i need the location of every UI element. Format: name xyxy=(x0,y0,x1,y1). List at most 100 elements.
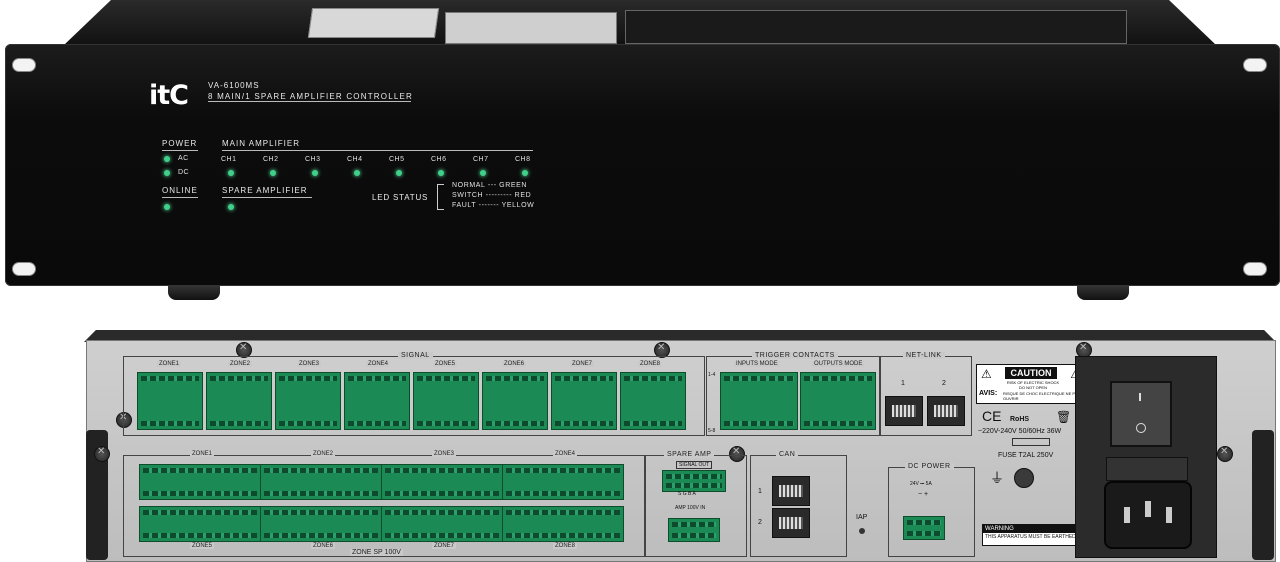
rack-mount-hole xyxy=(12,58,36,72)
signal-zone4-label: ZONE4 xyxy=(366,361,391,367)
spare-amp-title: SPARE AMP xyxy=(664,451,715,458)
ch7-label: CH7 xyxy=(473,156,489,163)
net-link-port2[interactable] xyxy=(927,396,965,426)
can-port1-label: 1 xyxy=(758,488,762,495)
fuse-holder[interactable] xyxy=(1014,468,1034,488)
sp-zone7-label: ZONE7 xyxy=(432,543,457,549)
power-inlet-module xyxy=(1075,356,1217,558)
led-status-bracket xyxy=(437,184,444,210)
rubber-foot xyxy=(1077,286,1129,300)
iap-button[interactable] xyxy=(859,528,865,534)
signal-zone1-terminal[interactable] xyxy=(137,372,203,430)
ch1-led xyxy=(228,170,234,176)
can-port1[interactable] xyxy=(772,476,810,506)
spare-signal-out-terminal[interactable] xyxy=(662,470,726,492)
signal-zone2-terminal[interactable] xyxy=(206,372,272,430)
sp-zone2-terminal[interactable] xyxy=(260,464,382,500)
sgba-labels: S G B A xyxy=(678,491,696,497)
dc-led xyxy=(164,170,170,176)
trigger-row-1-4: 1-4 xyxy=(708,372,716,378)
status-switch: SWITCH --------- RED xyxy=(452,192,532,199)
ch4-label: CH4 xyxy=(347,156,363,163)
sp-zone2-label: ZONE2 xyxy=(311,451,336,457)
spare-amp-in-terminal[interactable] xyxy=(668,518,720,542)
sp-zone8-terminal[interactable] xyxy=(502,506,624,542)
screw xyxy=(1217,446,1233,462)
warning-title: WARNING xyxy=(983,525,1089,533)
dc-label: DC xyxy=(178,169,190,176)
front-unit-top-cover xyxy=(65,0,1215,44)
signal-zone5-terminal[interactable] xyxy=(413,372,479,430)
top-spec-label xyxy=(625,10,1127,44)
sp-zone4-terminal[interactable] xyxy=(502,464,624,500)
ch8-led xyxy=(522,170,528,176)
avis-label: AVIS: xyxy=(979,390,998,397)
sp-zone4-label: ZONE4 xyxy=(553,451,578,457)
zone-sp-label: ZONE SP 100V xyxy=(350,549,403,556)
can-port2-label: 2 xyxy=(758,519,762,526)
lightning-warning-icon: ⚠ xyxy=(981,367,992,381)
sp-zone3-terminal[interactable] xyxy=(381,464,503,500)
can-group xyxy=(750,455,847,557)
power-switch[interactable] xyxy=(1110,381,1172,447)
spare-amplifier-title: SPARE AMPLIFIER xyxy=(222,186,308,195)
ch2-label: CH2 xyxy=(263,156,279,163)
model-number: VA-6100MS xyxy=(208,81,260,90)
ch6-led xyxy=(438,170,444,176)
signal-zone3-terminal[interactable] xyxy=(275,372,341,430)
signal-zone7-terminal[interactable] xyxy=(551,372,617,430)
signal-zone3-label: ZONE3 xyxy=(297,361,322,367)
spare-amplifier-rule xyxy=(222,197,312,198)
sp-zone6-terminal[interactable] xyxy=(260,506,382,542)
ac-led xyxy=(164,156,170,162)
subtitle-underline xyxy=(208,101,411,102)
power-section-title: POWER xyxy=(162,139,198,148)
iec-power-socket[interactable] xyxy=(1104,481,1192,549)
signal-zone6-terminal[interactable] xyxy=(482,372,548,430)
rohs-mark: RoHS xyxy=(1010,416,1030,423)
power-rating: ~220V-240V 50/60Hz 36W xyxy=(978,428,1062,435)
net-link-title: NET-LINK xyxy=(903,352,945,359)
trigger-outputs-terminal[interactable] xyxy=(800,372,876,430)
device-subtitle: 8 MAIN/1 SPARE AMPLIFIER CONTROLLER xyxy=(208,92,414,101)
trigger-inputs-terminal[interactable] xyxy=(720,372,798,430)
fuse-drawer[interactable] xyxy=(1106,457,1188,481)
warning-text: THIS APPARATUS MUST BE EARTHED xyxy=(985,534,1076,540)
trigger-row-5-8: 5-8 xyxy=(708,428,716,434)
sp-zone3-label: ZONE3 xyxy=(432,451,457,457)
signal-out-label: SIGNAL OUT xyxy=(676,461,713,469)
caution-title: CAUTION xyxy=(1005,367,1057,379)
status-fault: FAULT ------- YELLOW xyxy=(452,202,535,209)
sp-zone8-label: ZONE8 xyxy=(553,543,578,549)
net-link-port2-label: 2 xyxy=(942,380,946,387)
switch-on-mark xyxy=(1139,393,1141,401)
ce-mark: CE xyxy=(982,408,1002,424)
sp-zone5-terminal[interactable] xyxy=(139,506,261,542)
online-led xyxy=(164,204,170,210)
ch6-label: CH6 xyxy=(431,156,447,163)
signal-zone4-terminal[interactable] xyxy=(344,372,410,430)
sp-zone1-terminal[interactable] xyxy=(139,464,261,500)
ch2-led xyxy=(270,170,276,176)
net-link-port1[interactable] xyxy=(885,396,923,426)
spare-amp-led xyxy=(228,204,234,210)
ch5-led xyxy=(396,170,402,176)
can-port2[interactable] xyxy=(772,508,810,538)
signal-zone8-terminal[interactable] xyxy=(620,372,686,430)
dc-power-title: DC POWER xyxy=(905,463,954,470)
ch7-led xyxy=(480,170,486,176)
screw xyxy=(94,446,110,462)
ch1-label: CH1 xyxy=(221,156,237,163)
outputs-mode-label: OUTPUTS MODE xyxy=(812,361,865,367)
online-rule xyxy=(162,197,198,198)
fuse-symbol xyxy=(1012,438,1050,446)
sp-zone7-terminal[interactable] xyxy=(381,506,503,542)
iap-label: IAP xyxy=(856,514,868,521)
ch3-led xyxy=(312,170,318,176)
dc-rating: 24V ⎓ 5A xyxy=(910,481,932,487)
dc-power-terminal[interactable] xyxy=(903,516,945,540)
signal-title: SIGNAL xyxy=(398,352,433,359)
main-amplifier-rule xyxy=(222,150,533,151)
avis-text: RISQUE DE CHOC ELECTRIQUE NE PAS OUVRIR xyxy=(1003,391,1081,401)
switch-off-mark xyxy=(1136,423,1146,433)
